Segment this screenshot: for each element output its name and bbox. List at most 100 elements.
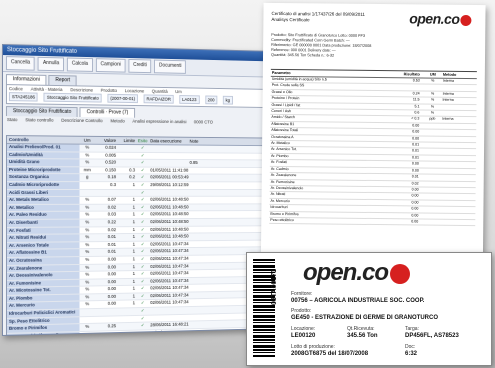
- field-value[interactable]: (2007-00-01): [107, 93, 138, 104]
- certificate-cell: [422, 149, 442, 155]
- table-cell: ✓: [140, 330, 145, 336]
- table-cell: [148, 190, 187, 196]
- grid-header-cell[interactable]: Note: [188, 138, 227, 145]
- certificate-cell: 0.02: [411, 180, 419, 185]
- toolbar-button[interactable]: Annulla: [38, 56, 65, 72]
- table-cell: [188, 197, 227, 203]
- lotto-label: Lotto di produzione:: [291, 344, 335, 350]
- certificate-cell: 0.00: [412, 136, 420, 141]
- certificate-cell: %: [431, 78, 435, 83]
- certificate-cell: 0.00: [411, 200, 419, 205]
- table-cell: %: [85, 197, 90, 202]
- table-cell: [148, 314, 187, 321]
- toolbar-button[interactable]: Crediti: [128, 58, 152, 74]
- table-cell: [148, 160, 187, 167]
- certificate-cell: Peso ettolitrico: [270, 217, 294, 223]
- certificate-cell: [442, 168, 476, 174]
- field-value[interactable]: STA245186: [8, 92, 39, 102]
- table-cell: ✓: [140, 248, 145, 254]
- grid-header-cell[interactable]: Controllo: [7, 136, 80, 144]
- field-label: Stato: [6, 117, 18, 123]
- table-cell: [188, 190, 227, 196]
- table-cell: [118, 308, 137, 315]
- table-cell: 1: [132, 241, 136, 247]
- table-cell: 0.005: [105, 152, 117, 158]
- field-value[interactable]: kg: [222, 95, 233, 105]
- toolbar-button[interactable]: Campioni: [95, 58, 126, 73]
- certificate-cell: [422, 130, 442, 136]
- table-cell: ✓: [140, 204, 145, 210]
- certificate-cell: [422, 123, 442, 129]
- table-cell: [80, 317, 95, 324]
- prodotto-label: Prodotto:: [291, 308, 312, 314]
- table-cell: ✓: [140, 300, 145, 306]
- table-cell: [188, 226, 227, 233]
- field-value[interactable]: LA0123: [179, 95, 200, 105]
- col-header: UM: [429, 72, 436, 77]
- tab-stoccaggio[interactable]: Stoccaggio Sito Fruttificato: [5, 106, 79, 117]
- table-cell: Ar. Zearalenone: [6, 264, 80, 273]
- table-cell: 0.150: [105, 167, 117, 173]
- certificate-cell: 0.00: [411, 161, 419, 166]
- targa-value: DP456FL, AS78523: [405, 333, 459, 339]
- table-cell: 0.00: [107, 286, 117, 292]
- field-value[interactable]: 0000 CTO: [194, 119, 213, 125]
- table-cell: 02/06/2011 10:48:50: [150, 226, 189, 232]
- table-cell: 0.00: [107, 271, 117, 277]
- grid-header-cell[interactable]: Esito: [137, 137, 148, 144]
- table-cell: Cadmio Microriprodotte: [6, 181, 80, 189]
- col-header: Risultato: [403, 72, 420, 77]
- certificate-cell: Interna: [442, 117, 454, 122]
- logo-dot-icon: [460, 14, 472, 26]
- tab-informazioni[interactable]: Informazioni: [5, 74, 47, 85]
- table-cell: 02/06/2011 10:47:34: [150, 240, 189, 247]
- table-cell: ✓: [140, 233, 145, 239]
- certificate-cell: 0.24: [412, 91, 420, 96]
- table-row[interactable]: Cadmio Microriprodotte 0.3 1 ✓ 29/08/2011 10…: [6, 181, 272, 190]
- tab-controlli[interactable]: Controlli · Prove (7): [79, 107, 135, 118]
- field-value[interactable]: RAFDAIZOR: [143, 94, 174, 104]
- table-cell: 0.02: [107, 204, 117, 210]
- table-cell: ✓: [140, 219, 145, 225]
- field-value[interactable]: Analisi espressione in analisi: [132, 119, 186, 125]
- toolbar-button[interactable]: Documenti: [154, 59, 187, 74]
- field-value[interactable]: Stoccaggio Sito Fruttificato: [43, 92, 102, 103]
- table-cell: ✓: [140, 182, 145, 188]
- table-cell: 02/06/2011 10:48:50: [150, 196, 189, 202]
- certificate-logo: open.co: [409, 10, 472, 27]
- certificate-cell: 5.1: [414, 104, 420, 109]
- certificate-cell: [442, 181, 476, 187]
- grid-header-cell[interactable]: Um: [80, 137, 95, 144]
- table-cell: Cadmio/Umidità: [6, 151, 80, 159]
- table-cell: 28/06/2011 16:48:21: [150, 329, 189, 335]
- table-cell: %: [85, 249, 90, 255]
- certificate-cell: 0.01: [411, 155, 419, 160]
- toolbar-button[interactable]: Calcola: [67, 57, 93, 72]
- table-cell: %: [85, 226, 90, 232]
- toolbar-button[interactable]: Cancella: [5, 56, 36, 71]
- field-label: Descrizione Controllo: [61, 117, 103, 124]
- certificate-cell: 0.01: [412, 142, 420, 147]
- certificate-head-line: Quantità: 345.56 Ton Scheda n.: 6-32: [271, 52, 335, 58]
- table-cell: ✓: [140, 159, 145, 165]
- table-cell: [118, 160, 137, 167]
- certificate-cell: 11.5: [412, 97, 420, 102]
- tab-report[interactable]: Report: [48, 74, 77, 86]
- table-cell: Ar. Micotossine Tot.: [6, 286, 80, 295]
- certificate-cell: [422, 143, 442, 149]
- field-value[interactable]: 200: [204, 95, 218, 105]
- table-cell: %: [85, 301, 90, 307]
- table-cell: 0.85: [189, 160, 198, 166]
- table-cell: ✓: [140, 308, 145, 313]
- table-cell: [118, 316, 137, 323]
- grid-header-cell[interactable]: Valore: [95, 137, 118, 144]
- table-cell: ✓: [140, 315, 145, 321]
- table-cell: %: [85, 152, 90, 158]
- table-cell: 0.01: [107, 234, 117, 240]
- grid-body: Analisi Prelievo/Prod. 01% 0.024 ✓ Cadmio/U…: [6, 144, 272, 336]
- table-cell: [80, 190, 95, 197]
- field-label: Stato controllo: [25, 117, 54, 123]
- certificate-cell: [442, 156, 476, 162]
- grid-header-cell[interactable]: Data esecuzione: [148, 137, 187, 144]
- grid-header-cell[interactable]: Limite: [118, 137, 137, 144]
